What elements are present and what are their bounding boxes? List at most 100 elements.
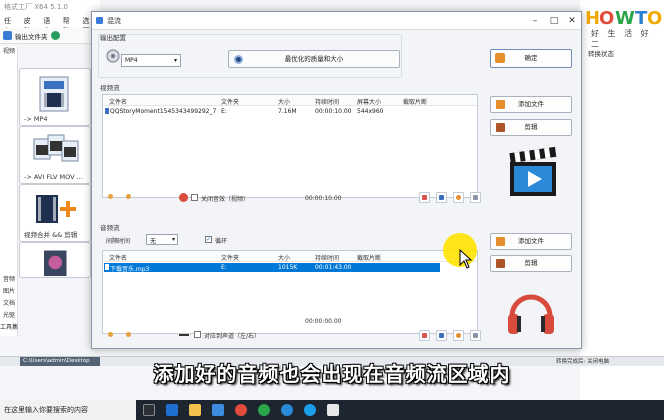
svg-text:O: O	[599, 8, 614, 29]
play-icon[interactable]	[436, 330, 447, 341]
menu-item-language[interactable]: 语言	[43, 16, 57, 35]
format-files-icon	[33, 134, 79, 162]
output-folder-button[interactable]: 输出文件夹	[15, 31, 48, 41]
headphones-icon	[508, 294, 554, 334]
interval-select[interactable]: 无 ▾	[146, 234, 178, 245]
audio-table-header: 文件名 文件夹 大小 持续时间 截取片断	[103, 251, 477, 262]
menu-item-help[interactable]: 帮助	[63, 16, 77, 35]
col-screen-size[interactable]: 屏幕大小	[357, 97, 381, 106]
taskbar-search[interactable]: 在这里输入你要搜索的内容	[0, 400, 136, 420]
col-folder[interactable]: 文件夹	[221, 97, 239, 106]
sidebar-item-video[interactable]: 视频	[0, 46, 18, 55]
audio-clip-button[interactable]: 剪辑	[490, 255, 572, 272]
table-row[interactable]: QQStoryMoment1545343499292_7488... E: 7.…	[104, 107, 476, 116]
loop-checkbox[interactable]: ✓	[205, 236, 212, 243]
minimize-button[interactable]: –	[528, 15, 542, 27]
move-down-icon[interactable]	[124, 192, 135, 203]
clip-icon	[496, 123, 505, 132]
mp4-file-icon	[39, 76, 69, 112]
move-up-icon[interactable]	[106, 330, 117, 341]
dialog-title: 混流	[107, 17, 121, 25]
col-size[interactable]: 大小	[278, 253, 290, 262]
cell-filename: 下载音乐.mp3	[110, 266, 150, 273]
cell-size: 1015K	[278, 264, 298, 271]
tile-to-mp4[interactable]: -> MP4	[19, 68, 91, 126]
app-red-icon[interactable]	[235, 404, 247, 416]
store-icon[interactable]	[212, 404, 224, 416]
preview-icon[interactable]	[419, 330, 430, 341]
dialog-titlebar[interactable]	[92, 12, 581, 30]
play-icon[interactable]	[436, 192, 447, 203]
sidebar-item-tools[interactable]: 工具集	[0, 322, 18, 331]
col-duration[interactable]: 持续时间	[315, 97, 339, 106]
background-sidebar: 视频 音频 图片 文档 光驱 工具集	[0, 46, 18, 336]
options-icon[interactable]	[50, 31, 60, 40]
tile-to-avi-flv-mov[interactable]: -> AVI FLV MOV ...	[19, 126, 91, 184]
file-explorer-icon[interactable]	[189, 404, 201, 416]
clear-icon[interactable]	[453, 192, 464, 203]
tile-video-merge-clip[interactable]: 视频合并 && 剪辑	[19, 184, 91, 242]
chevron-down-icon: ▾	[173, 57, 177, 64]
quality-size-button[interactable]: 最优化的质量和大小	[228, 50, 400, 68]
edge-icon[interactable]	[166, 404, 178, 416]
svg-text:H: H	[585, 8, 600, 29]
audio-stream-table: 文件名 文件夹 大小 持续时间 截取片断 下载音乐.mp3 E: 1015K 0…	[102, 250, 478, 334]
clapperboard-icon	[509, 146, 557, 196]
app-blue-icon[interactable]	[281, 404, 293, 416]
col-filename[interactable]: 文件名	[109, 253, 127, 262]
col-clip[interactable]: 截取片断	[357, 253, 381, 262]
table-row-selected[interactable]: 下载音乐.mp3 E: 1015K 00:01:43.00	[104, 263, 440, 273]
mux-dialog: 混流 – □ ✕ 输出配置 MP4 ▾ 最优化的质量和大小 确定 视频流 文件名…	[91, 11, 582, 349]
app-green-icon[interactable]	[258, 404, 270, 416]
audio-total-duration: 00:00:00.00	[305, 318, 342, 325]
svg-text:O: O	[647, 8, 662, 29]
cell-duration: 00:01:43.00	[315, 264, 352, 271]
list-icon[interactable]	[470, 330, 481, 341]
sidebar-item-disc[interactable]: 光驱	[0, 310, 18, 319]
background-toolbar: 输出文件夹	[0, 28, 100, 44]
audio-add-file-button[interactable]: 添加文件	[490, 233, 572, 250]
ok-icon	[495, 53, 505, 63]
tile-more[interactable]	[19, 242, 91, 278]
video-total-duration: 00:00:10.00	[305, 195, 342, 202]
menu-item-task[interactable]: 任务	[4, 16, 18, 35]
video-clip-button[interactable]: 剪辑	[490, 119, 572, 136]
channel-align-checkbox[interactable]	[194, 331, 201, 338]
mouse-cursor-icon	[459, 249, 473, 269]
quality-button-label: 最优化的质量和大小	[284, 55, 344, 63]
cell-filename: QQStoryMoment1545343499292_7488...	[110, 108, 216, 115]
close-button[interactable]: ✕	[565, 15, 579, 27]
col-size[interactable]: 大小	[278, 97, 290, 106]
col-folder[interactable]: 文件夹	[221, 253, 239, 262]
video-clip-label: 剪辑	[524, 123, 538, 131]
video-merge-icon	[36, 195, 76, 223]
ok-button[interactable]: 确定	[490, 49, 572, 68]
cell-folder: E:	[221, 264, 227, 271]
sidebar-item-image[interactable]: 图片	[0, 286, 18, 295]
cell-duration: 00:00:10.00	[315, 108, 352, 115]
clip-icon	[496, 259, 505, 268]
sidebar-item-document[interactable]: 文档	[0, 298, 18, 307]
tile-label: -> AVI FLV MOV ...	[24, 173, 83, 181]
task-view-icon[interactable]	[143, 404, 155, 416]
preview-icon[interactable]	[419, 192, 430, 203]
background-right-panel	[580, 0, 664, 400]
output-config-label: 输出配置	[100, 34, 126, 42]
list-icon[interactable]	[470, 192, 481, 203]
output-format-select[interactable]: MP4 ▾	[121, 54, 181, 67]
move-up-icon[interactable]	[106, 192, 117, 203]
col-duration[interactable]: 持续时间	[315, 253, 339, 262]
maximize-button[interactable]: □	[547, 15, 561, 27]
cell-screen-size: 544x960	[357, 108, 384, 115]
menu-item-skin[interactable]: 皮肤	[24, 16, 38, 35]
video-add-file-button[interactable]: 添加文件	[490, 96, 572, 113]
browser-icon[interactable]	[304, 404, 316, 416]
svg-text:W: W	[615, 8, 635, 29]
clear-icon[interactable]	[453, 330, 464, 341]
col-clip[interactable]: 截取片断	[403, 97, 427, 106]
col-filename[interactable]: 文件名	[109, 97, 127, 106]
move-down-icon[interactable]	[124, 330, 135, 341]
format-factory-taskbar-icon[interactable]	[327, 404, 339, 416]
mute-video-checkbox[interactable]	[191, 194, 198, 201]
sidebar-item-audio[interactable]: 音频	[0, 274, 18, 283]
